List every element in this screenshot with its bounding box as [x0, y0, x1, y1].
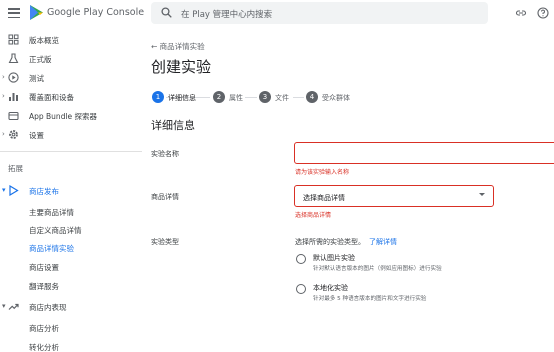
- sidebar-item-settings[interactable]: › 设置: [0, 126, 142, 144]
- sidebar-item-label: 设置: [29, 131, 44, 140]
- search-icon: [161, 7, 172, 18]
- store-listing-label: 商品详情: [151, 193, 179, 201]
- sidebar-item-bundle-explorer[interactable]: App Bundle 探索器: [0, 107, 142, 125]
- sidebar-subitem-custom-listings[interactable]: 自定义商品详情: [29, 225, 82, 236]
- chevron-down-icon: ▾: [2, 302, 6, 310]
- learn-more-link[interactable]: 了解详情: [369, 238, 397, 246]
- bar-chart-icon: [9, 93, 18, 101]
- experiment-name-error: 请为该实验输入名称: [295, 169, 350, 176]
- step-number: 4: [306, 91, 318, 103]
- step-label: 属性: [229, 94, 243, 102]
- sidebar-subitem-listing-experiments[interactable]: 商品详情实验: [29, 243, 74, 254]
- play-circle-icon: [8, 72, 19, 83]
- gear-icon: [9, 130, 18, 139]
- sidebar-item-reach-devices[interactable]: › 覆盖面和设备: [0, 88, 142, 106]
- radio-localized[interactable]: [296, 284, 306, 294]
- stepper-step-attributes[interactable]: 2 属性: [213, 91, 245, 104]
- link-icon[interactable]: [515, 7, 527, 19]
- sidebar-item-store-performance[interactable]: ▾ 商店内表现: [0, 298, 142, 316]
- stepper-step-audience[interactable]: 4 受众群体: [306, 91, 356, 104]
- menu-icon[interactable]: [8, 8, 20, 19]
- section-title: 详细信息: [151, 119, 195, 132]
- sidebar-item-label: App Bundle 探索器: [29, 112, 98, 121]
- sidebar-item-label: 商店内表现: [29, 303, 67, 312]
- option-description: 针对默认语言版本的图片（例如应用图标）进行实验: [313, 266, 442, 272]
- sidebar-subitem-conversion-analysis[interactable]: 转化分析: [29, 342, 59, 352]
- experiment-type-label: 实验类型: [151, 238, 179, 246]
- stepper-step-details[interactable]: 1 详细信息: [152, 91, 207, 104]
- step-label: 文件: [275, 94, 289, 102]
- step-number: 3: [259, 91, 271, 103]
- type-desc-text: 选择所需的实验类型。: [295, 238, 365, 246]
- stepper-connector: [293, 97, 304, 98]
- chevron-down-icon: ▾: [2, 186, 6, 194]
- radio-default-graphics[interactable]: [296, 254, 306, 264]
- experiment-name-label: 实验名称: [151, 150, 179, 158]
- grid-icon: [8, 34, 19, 45]
- dropdown-arrow-icon: [479, 193, 485, 196]
- sidebar-item-label: 正式版: [29, 55, 52, 64]
- sidebar-item-label: 覆盖面和设备: [29, 93, 74, 102]
- flask-icon: [8, 53, 19, 64]
- sidebar-item-label: 商店发布: [29, 187, 59, 196]
- store-listing-error: 选择商品详情: [295, 212, 332, 219]
- chevron-right-icon: ›: [2, 92, 5, 100]
- breadcrumb-label: 商品详情实验: [159, 42, 205, 51]
- sidebar-subitem-store-analysis[interactable]: 商店分析: [29, 323, 59, 334]
- search-placeholder: 在 Play 管理中心内搜索: [181, 10, 273, 20]
- chevron-right-icon: ›: [2, 130, 5, 138]
- trending-up-icon: [8, 303, 19, 310]
- breadcrumb[interactable]: ← 商品详情实验: [151, 41, 205, 52]
- step-label: 详细信息: [168, 94, 196, 102]
- stepper-step-files[interactable]: 3 文件: [259, 91, 293, 104]
- sidebar-item-testing[interactable]: › 测试: [0, 69, 142, 87]
- sidebar-subitem-main-listing[interactable]: 主要商品详情: [29, 207, 74, 218]
- brand-name: Google Play Console: [47, 7, 145, 18]
- step-number: 2: [213, 91, 225, 103]
- option-title: 默认图片实验: [313, 254, 355, 262]
- page-title: 创建实验: [151, 58, 212, 76]
- sidebar-divider: [0, 151, 142, 152]
- sidebar-section-title: 拓展: [8, 164, 23, 173]
- experiment-type-description: 选择所需的实验类型。 了解详情: [295, 237, 397, 247]
- option-title: 本地化实验: [313, 284, 348, 292]
- package-icon: [8, 111, 19, 121]
- step-number: 1: [152, 91, 164, 103]
- sidebar-item-release-overview[interactable]: 版本概览: [0, 31, 142, 49]
- stepper-connector: [245, 97, 257, 98]
- play-icon: [9, 185, 19, 196]
- help-icon[interactable]: [537, 7, 549, 19]
- store-listing-value: 选择商品详情: [303, 194, 345, 202]
- sidebar-item-store-presence[interactable]: ▾ 商店发布: [0, 182, 142, 200]
- top-app-bar: Google Play Console 在 Play 管理中心内搜索: [0, 0, 554, 27]
- play-console-logo-icon: [30, 5, 43, 20]
- experiment-name-field[interactable]: [294, 142, 554, 164]
- sidebar-subitem-store-settings[interactable]: 商店设置: [29, 262, 59, 273]
- sidebar-item-label: 测试: [29, 74, 44, 83]
- search-input[interactable]: 在 Play 管理中心内搜索: [151, 2, 488, 24]
- sidebar-item-label: 版本概览: [29, 36, 59, 45]
- step-label: 受众群体: [322, 94, 350, 102]
- store-listing-select[interactable]: 选择商品详情: [294, 185, 494, 207]
- sidebar-item-production[interactable]: 正式版: [0, 50, 142, 68]
- sidebar-subitem-translation[interactable]: 翻译服务: [29, 281, 59, 292]
- chevron-right-icon: ›: [2, 73, 5, 81]
- option-description: 针对最多 5 种语言版本的图片和文字进行实验: [313, 296, 427, 302]
- sidebar: 版本概览 正式版 › 测试 › 覆盖面和设备 App Bundle 探索器 ›: [0, 27, 142, 352]
